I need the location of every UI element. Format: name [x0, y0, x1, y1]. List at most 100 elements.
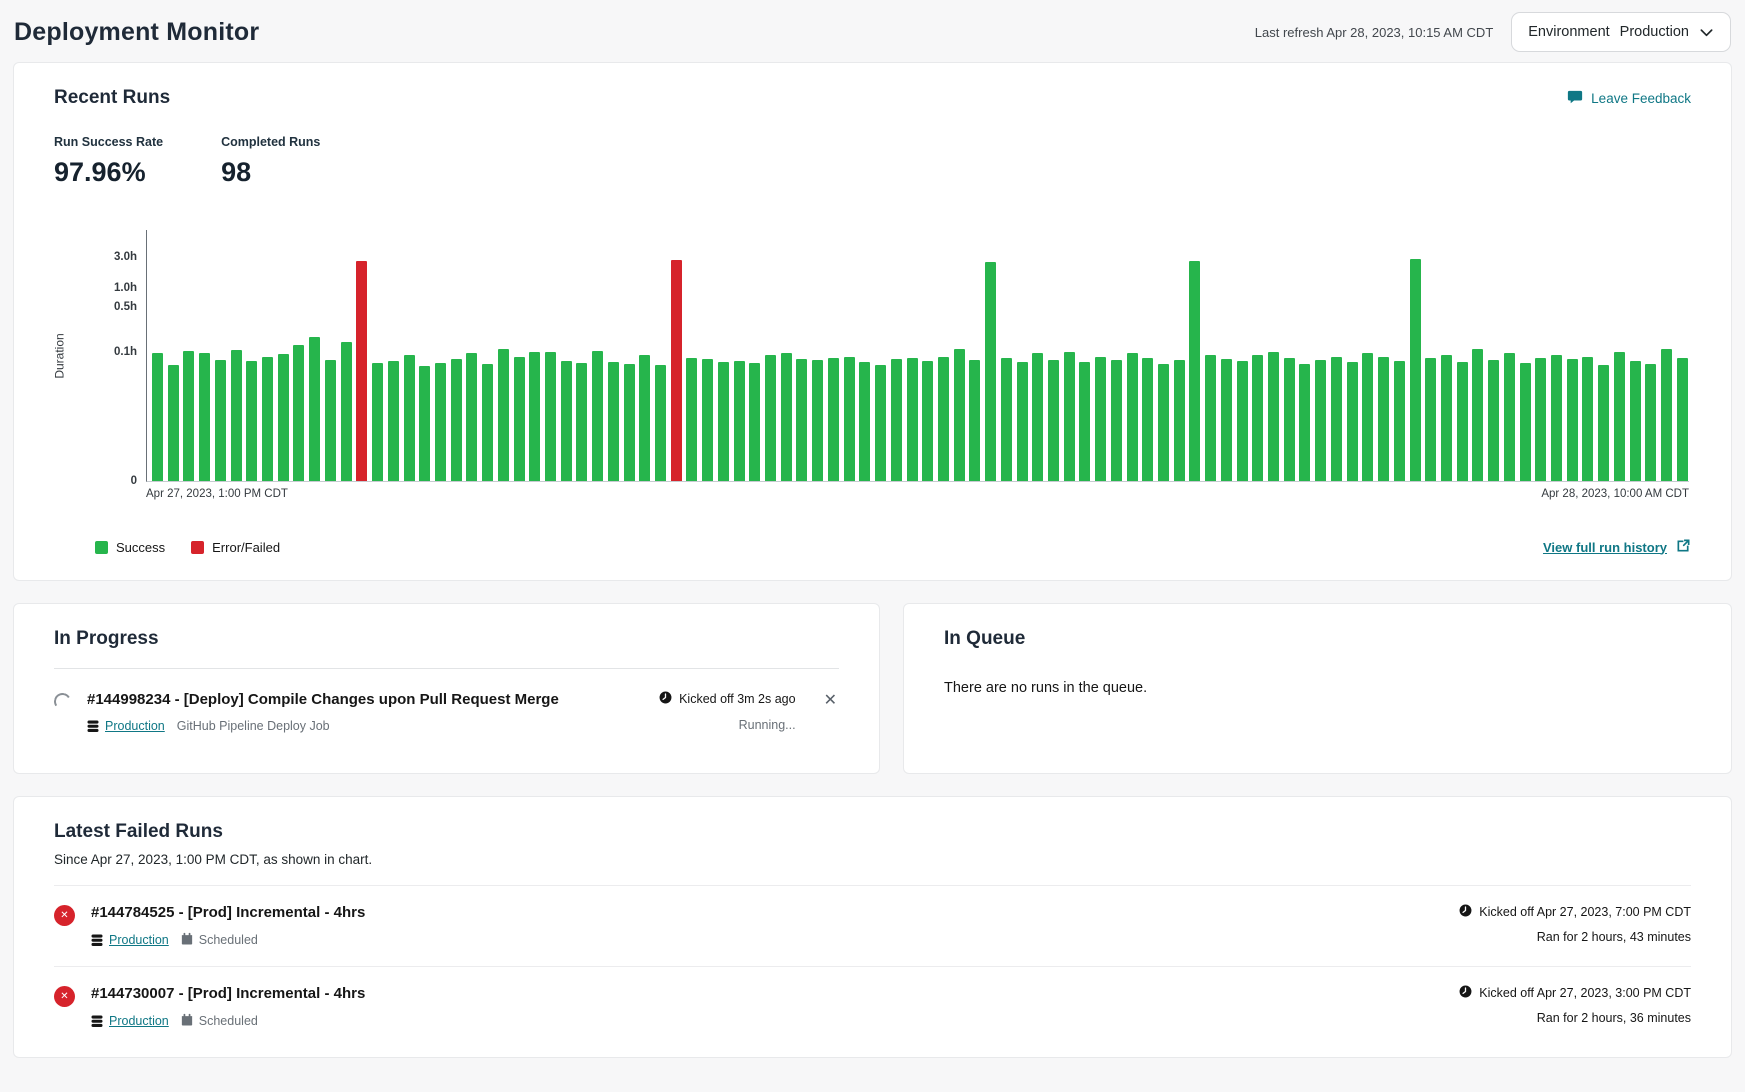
run-bar[interactable]: [1551, 355, 1562, 481]
run-bar[interactable]: [765, 355, 776, 481]
run-bar[interactable]: [262, 357, 273, 482]
run-bar[interactable]: [702, 359, 713, 481]
run-bar[interactable]: [1032, 353, 1043, 481]
run-bar[interactable]: [514, 357, 525, 482]
run-bar[interactable]: [529, 352, 540, 481]
run-bar[interactable]: [1174, 360, 1185, 481]
run-bar[interactable]: [1001, 358, 1012, 481]
run-bar[interactable]: [231, 350, 242, 481]
run-bar[interactable]: [576, 363, 587, 481]
run-bar[interactable]: [1299, 364, 1310, 481]
run-bar[interactable]: [152, 353, 163, 481]
run-bar[interactable]: [1457, 362, 1468, 481]
run-bar[interactable]: [1362, 353, 1373, 481]
run-bar[interactable]: [1142, 358, 1153, 481]
run-bar[interactable]: [1268, 352, 1279, 481]
run-bar[interactable]: [1645, 364, 1656, 481]
run-bar[interactable]: [1347, 362, 1358, 481]
run-bar[interactable]: [718, 362, 729, 481]
run-bar[interactable]: [372, 363, 383, 481]
close-icon[interactable]: ✕: [822, 691, 839, 711]
run-bar[interactable]: [985, 262, 996, 481]
run-bar[interactable]: [1315, 360, 1326, 481]
run-bar[interactable]: [1410, 259, 1421, 481]
run-bar[interactable]: [1048, 360, 1059, 481]
run-bar[interactable]: [309, 337, 320, 481]
run-bar[interactable]: [639, 355, 650, 481]
run-bar[interactable]: [388, 361, 399, 481]
run-bar[interactable]: [938, 357, 949, 482]
run-bar[interactable]: [1017, 362, 1028, 481]
run-bar[interactable]: [435, 363, 446, 481]
run-bar[interactable]: [1127, 353, 1138, 481]
view-full-run-history-link[interactable]: View full run history: [1543, 538, 1691, 556]
run-bar[interactable]: [1441, 355, 1452, 481]
run-bar[interactable]: [1221, 359, 1232, 481]
run-bar[interactable]: [1582, 357, 1593, 482]
run-bar[interactable]: [1520, 363, 1531, 481]
run-bar[interactable]: [1661, 349, 1672, 481]
run-bar[interactable]: [875, 365, 886, 481]
run-bar[interactable]: [922, 361, 933, 481]
run-bar[interactable]: [325, 360, 336, 481]
run-bar[interactable]: [278, 354, 289, 481]
run-bar[interactable]: [828, 358, 839, 481]
run-bar[interactable]: [954, 349, 965, 481]
run-bar[interactable]: [199, 353, 210, 481]
run-bar[interactable]: [168, 365, 179, 481]
run-bar[interactable]: [624, 364, 635, 481]
run-bar[interactable]: [1378, 357, 1389, 482]
run-bar[interactable]: [1630, 361, 1641, 481]
run-bar[interactable]: [1237, 361, 1248, 481]
run-bar[interactable]: [781, 353, 792, 481]
run-bar[interactable]: [498, 349, 509, 481]
run-bar[interactable]: [1079, 362, 1090, 481]
run-bar[interactable]: [1252, 355, 1263, 481]
run-bar[interactable]: [1284, 358, 1295, 481]
run-bar[interactable]: [1598, 365, 1609, 481]
run-bar[interactable]: [734, 361, 745, 481]
run-bar[interactable]: [1488, 360, 1499, 481]
run-bar[interactable]: [1394, 361, 1405, 481]
run-bar[interactable]: [686, 358, 697, 481]
run-bar[interactable]: [293, 345, 304, 481]
run-bar[interactable]: [891, 359, 902, 481]
run-bar[interactable]: [451, 359, 462, 481]
run-bar[interactable]: [844, 357, 855, 482]
run-bar[interactable]: [671, 260, 682, 481]
leave-feedback-link[interactable]: Leave Feedback: [1567, 89, 1691, 107]
run-bar[interactable]: [1472, 349, 1483, 481]
run-bar[interactable]: [969, 360, 980, 481]
run-bar[interactable]: [466, 353, 477, 481]
run-bar[interactable]: [545, 352, 556, 481]
run-bar[interactable]: [655, 365, 666, 481]
run-bar[interactable]: [404, 355, 415, 481]
run-bar[interactable]: [1095, 357, 1106, 482]
run-bar[interactable]: [592, 351, 603, 481]
run-bar[interactable]: [356, 261, 367, 481]
run-bar[interactable]: [608, 362, 619, 481]
run-bar[interactable]: [1158, 364, 1169, 481]
run-bar[interactable]: [246, 361, 257, 481]
environment-link[interactable]: Production: [91, 1014, 169, 1028]
run-bar[interactable]: [1331, 357, 1342, 482]
run-bar[interactable]: [215, 360, 226, 481]
run-bar[interactable]: [749, 363, 760, 481]
run-bar[interactable]: [1064, 352, 1075, 481]
run-bar[interactable]: [812, 360, 823, 481]
run-bar[interactable]: [1504, 353, 1515, 481]
run-bar[interactable]: [1205, 355, 1216, 481]
run-bar[interactable]: [1535, 358, 1546, 481]
run-bar[interactable]: [859, 362, 870, 481]
run-bar[interactable]: [482, 364, 493, 481]
run-bar[interactable]: [907, 358, 918, 481]
run-bar[interactable]: [1677, 358, 1688, 481]
run-bar[interactable]: [183, 351, 194, 481]
environment-dropdown[interactable]: Environment Production: [1511, 12, 1731, 52]
run-bar[interactable]: [1614, 352, 1625, 481]
run-bar[interactable]: [1567, 359, 1578, 481]
run-bar[interactable]: [341, 342, 352, 481]
run-bar[interactable]: [419, 366, 430, 481]
run-bar[interactable]: [1425, 358, 1436, 481]
run-bar[interactable]: [1111, 360, 1122, 481]
